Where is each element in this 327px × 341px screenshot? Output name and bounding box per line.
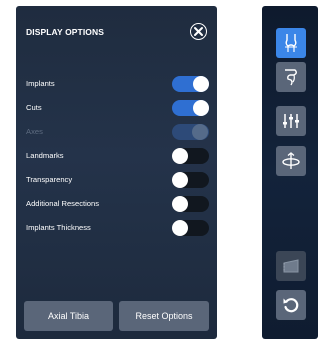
option-label: Implants: [26, 79, 55, 88]
close-icon: [194, 27, 203, 36]
additional-resections-toggle[interactable]: [172, 196, 209, 212]
close-button[interactable]: [190, 23, 207, 40]
toggle-knob: [172, 220, 188, 236]
toggle-knob: [172, 196, 188, 212]
option-label: Additional Resections: [26, 199, 100, 208]
option-row-additional-resections: Additional Resections: [16, 196, 217, 214]
toggle-knob: [193, 100, 209, 116]
axial-tibia-button[interactable]: Axial Tibia: [24, 301, 113, 331]
reset-options-button[interactable]: Reset Options: [119, 301, 209, 331]
tibia-knee-icon: [285, 69, 297, 86]
sliders-adjust-icon: [283, 114, 299, 128]
implants-thickness-toggle[interactable]: [172, 220, 209, 236]
option-label: Transparency: [26, 175, 73, 184]
option-row-implants: Implants: [16, 76, 217, 94]
femur-knee-icon: [285, 34, 297, 52]
femur-view-button[interactable]: [276, 28, 306, 58]
option-row-transparency: Transparency: [16, 172, 217, 190]
rotate-view-button[interactable]: [276, 146, 306, 176]
panel-title: DISPLAY OPTIONS: [26, 27, 105, 37]
cuts-toggle[interactable]: [172, 100, 209, 116]
implants-toggle[interactable]: [172, 76, 209, 92]
landmarks-toggle[interactable]: [172, 148, 209, 164]
resection-view-button[interactable]: [276, 251, 306, 281]
display-options-panel: DISPLAY OPTIONS Implants Cuts Axes Landm…: [16, 6, 217, 339]
option-label: Implants Thickness: [26, 223, 91, 232]
option-row-axes: Axes: [16, 124, 217, 142]
resection-block-icon: [283, 259, 299, 273]
toggle-knob: [193, 76, 209, 92]
option-label: Cuts: [26, 103, 42, 112]
adjust-button[interactable]: [276, 106, 306, 136]
axes-toggle: [172, 124, 209, 140]
option-label: Landmarks: [26, 151, 64, 160]
option-row-landmarks: Landmarks: [16, 148, 217, 166]
transparency-toggle[interactable]: [172, 172, 209, 188]
undo-icon: [283, 298, 299, 313]
toggle-knob: [172, 148, 188, 164]
toggle-knob: [172, 172, 188, 188]
option-row-implants-thickness: Implants Thickness: [16, 220, 217, 238]
tibia-view-button[interactable]: [276, 62, 306, 92]
rotate-3d-icon: [282, 152, 300, 169]
option-row-cuts: Cuts: [16, 100, 217, 118]
toggle-knob: [192, 124, 208, 140]
tool-bar: [262, 6, 318, 339]
undo-button[interactable]: [276, 290, 306, 320]
option-label: Axes: [26, 127, 43, 136]
